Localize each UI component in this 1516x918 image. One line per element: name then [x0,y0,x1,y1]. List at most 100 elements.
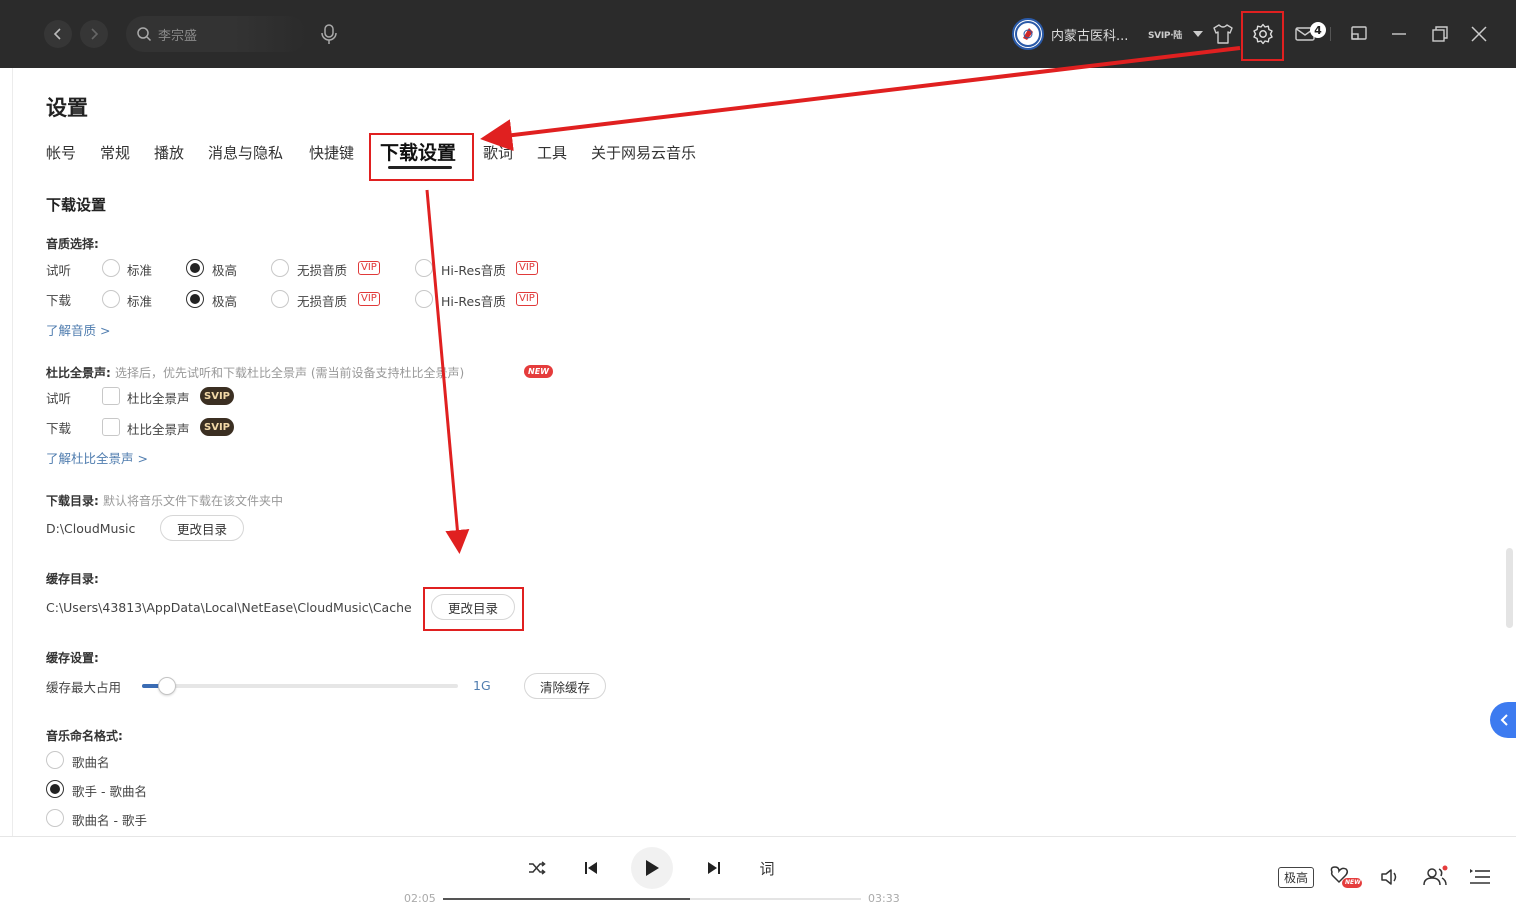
progress-bar[interactable] [443,898,861,900]
new-badge: NEW [1345,879,1361,886]
chevron-left-icon [53,28,61,40]
tab-lyrics[interactable]: 歌词 [483,142,513,163]
minimize-button[interactable] [1386,21,1412,47]
tab-shortcuts[interactable]: 快捷键 [309,142,354,163]
shuffle-icon [529,861,546,875]
option-label: 极高 [212,294,238,309]
quality-button[interactable]: 极高 [1278,867,1314,888]
avatar[interactable] [1012,18,1044,50]
download-dolby-checkbox[interactable] [102,418,120,436]
preview-quality-hires-radio[interactable] [415,259,433,277]
new-badge: NEW [524,365,553,378]
dolby-label-text: 杜比全景声: [46,366,111,380]
tab-tools[interactable]: 工具 [537,142,567,163]
playlist-button[interactable] [1468,866,1492,888]
cache-dir-label: 缓存目录: [46,572,99,586]
option-label: 歌曲名 [72,755,110,770]
svip-tag: SVIP [200,418,234,436]
shuffle-button[interactable] [526,857,548,879]
preview-quality-label: 试听 [46,263,72,278]
preview-quality-standard-radio[interactable] [102,259,120,277]
vip-tag: VIP [516,292,538,306]
mini-player-icon [1351,26,1367,40]
download-quality-lossless-radio[interactable] [271,290,289,308]
download-quality-hires-radio[interactable] [415,290,433,308]
clear-cache-button[interactable]: 清除缓存 [524,673,606,699]
mini-mode-button[interactable] [1346,21,1372,47]
sound-effect-icon [1330,866,1362,888]
maximize-button[interactable] [1427,21,1453,47]
learn-quality-link[interactable]: 了解音质 > [46,320,110,339]
playlist-icon [1470,869,1490,884]
total-time: 03:33 [868,892,900,905]
tab-general[interactable]: 常规 [100,142,130,163]
chevron-right-icon [91,28,99,40]
download-dir-label-text: 下载目录: [46,494,99,508]
skin-button[interactable] [1210,21,1236,47]
option-label: Hi-Res音质 [441,263,506,278]
learn-dolby-link[interactable]: 了解杜比全景声 > [46,448,148,467]
cache-size-slider[interactable] [142,684,458,688]
university-logo-icon [1015,21,1041,47]
option-label: 杜比全景声 [127,422,190,437]
cache-max-label: 缓存最大占用 [46,680,122,695]
users-icon [1423,865,1448,886]
download-quality-high-radio[interactable] [186,290,204,308]
tab-messages-privacy[interactable]: 消息与隐私 [208,142,283,163]
next-button[interactable] [703,857,725,879]
download-dir-path: D:\CloudMusic [46,521,136,536]
forward-button[interactable] [80,20,108,48]
sidebar-edge [12,68,13,836]
preview-quality-lossless-radio[interactable] [271,259,289,277]
voice-search-button[interactable] [316,20,342,48]
download-dir-label: 下载目录: 默认将音乐文件下载在该文件夹中 [46,492,283,509]
current-time: 02:05 [404,892,436,905]
option-label: 歌手 - 歌曲名 [72,784,147,799]
tab-playback[interactable]: 播放 [154,142,184,163]
download-quality-standard-radio[interactable] [102,290,120,308]
progress-fill [443,898,690,900]
section-title: 下载设置 [46,196,107,214]
listen-together-button[interactable] [1422,864,1448,888]
preview-dolby-label: 试听 [46,391,72,406]
search-input[interactable]: 李宗盛 [126,16,306,52]
settings-highlight-box [1241,11,1284,61]
divider [1330,27,1331,41]
tab-account[interactable]: 帐号 [46,142,76,163]
naming-artist-title-radio[interactable] [46,780,64,798]
sound-effect-button[interactable]: NEW [1328,864,1362,890]
search-query: 李宗盛 [158,28,198,44]
chevron-left-icon [1500,714,1508,726]
skip-previous-icon [585,862,597,874]
skip-next-icon [708,862,720,874]
dolby-label: 杜比全景声: 选择后，优先试听和下载杜比全景声 (需当前设备支持杜比全景声) [46,364,464,381]
user-name[interactable]: 内蒙古医科... [1051,25,1128,44]
vip-tag: VIP [358,261,380,275]
tab-about[interactable]: 关于网易云音乐 [591,142,696,163]
vip-level-badge[interactable]: SVIP·陆 [1148,28,1182,41]
close-icon [1471,26,1487,42]
play-button[interactable] [631,847,673,889]
scrollbar[interactable] [1506,548,1513,628]
change-download-dir-button[interactable]: 更改目录 [160,515,244,541]
option-label: 无损音质 [297,294,348,309]
cache-size-value: 1G [473,678,491,693]
naming-title-artist-radio[interactable] [46,809,64,827]
option-label: 歌曲名 - 歌手 [72,813,147,828]
preview-dolby-checkbox[interactable] [102,387,120,405]
naming-title-radio[interactable] [46,751,64,769]
volume-button[interactable] [1378,866,1400,888]
previous-button[interactable] [580,857,602,879]
option-label: 极高 [212,263,238,278]
button-highlight-box [423,587,524,631]
download-dir-hint: 默认将音乐文件下载在该文件夹中 [103,494,284,508]
preview-quality-high-radio[interactable] [186,259,204,277]
lyrics-button[interactable]: 词 [756,857,778,879]
close-button[interactable] [1466,21,1492,47]
vip-tag: VIP [516,261,538,275]
svip-tag: SVIP [200,387,234,405]
user-dropdown-button[interactable] [1190,26,1206,42]
option-label: 杜比全景声 [127,391,190,406]
settings-page [0,68,1516,836]
back-button[interactable] [44,20,72,48]
